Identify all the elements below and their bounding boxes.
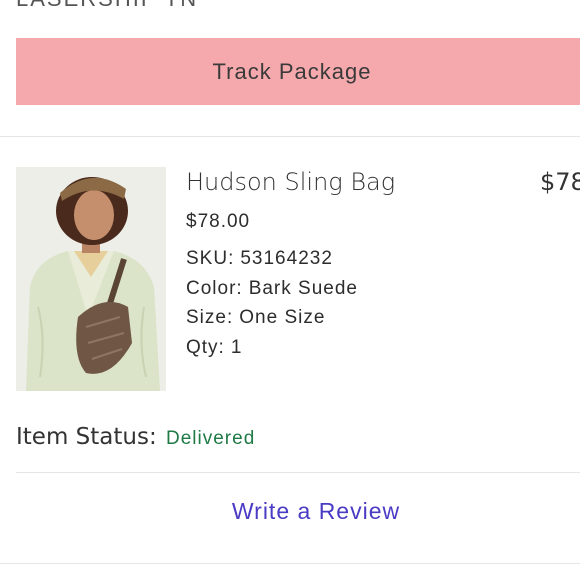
product-price: $78.00 — [186, 211, 251, 232]
product-qty: Qty: 1 — [186, 337, 242, 359]
track-package-button[interactable]: Track Package — [16, 38, 580, 105]
size-label: Size: — [186, 307, 234, 328]
size-value: One Size — [239, 307, 326, 328]
write-review-link[interactable]: Write a Review — [16, 498, 580, 525]
product-color: Color: Bark Suede — [186, 278, 358, 300]
bottom-divider — [0, 563, 580, 564]
product-size: Size: One Size — [186, 307, 325, 329]
product-image[interactable] — [16, 167, 166, 391]
color-value: Bark Suede — [248, 278, 358, 299]
qty-value: 1 — [230, 337, 243, 358]
color-label: Color: — [186, 278, 243, 299]
product-photo-icon — [16, 167, 166, 391]
review-divider — [16, 472, 580, 473]
section-divider — [0, 136, 580, 137]
sku-value: 53164232 — [240, 248, 333, 269]
shipping-carrier-text: LASERSHIP TN — [16, 0, 198, 12]
item-status-label: Item Status: — [16, 424, 157, 450]
sku-label: SKU: — [186, 248, 235, 269]
product-sku: SKU: 53164232 — [186, 248, 333, 270]
item-status-badge: Delivered — [166, 428, 256, 449]
product-name[interactable]: Hudson Sling Bag — [186, 168, 395, 196]
product-line-total: $78 — [540, 168, 580, 196]
qty-label: Qty: — [186, 337, 225, 358]
